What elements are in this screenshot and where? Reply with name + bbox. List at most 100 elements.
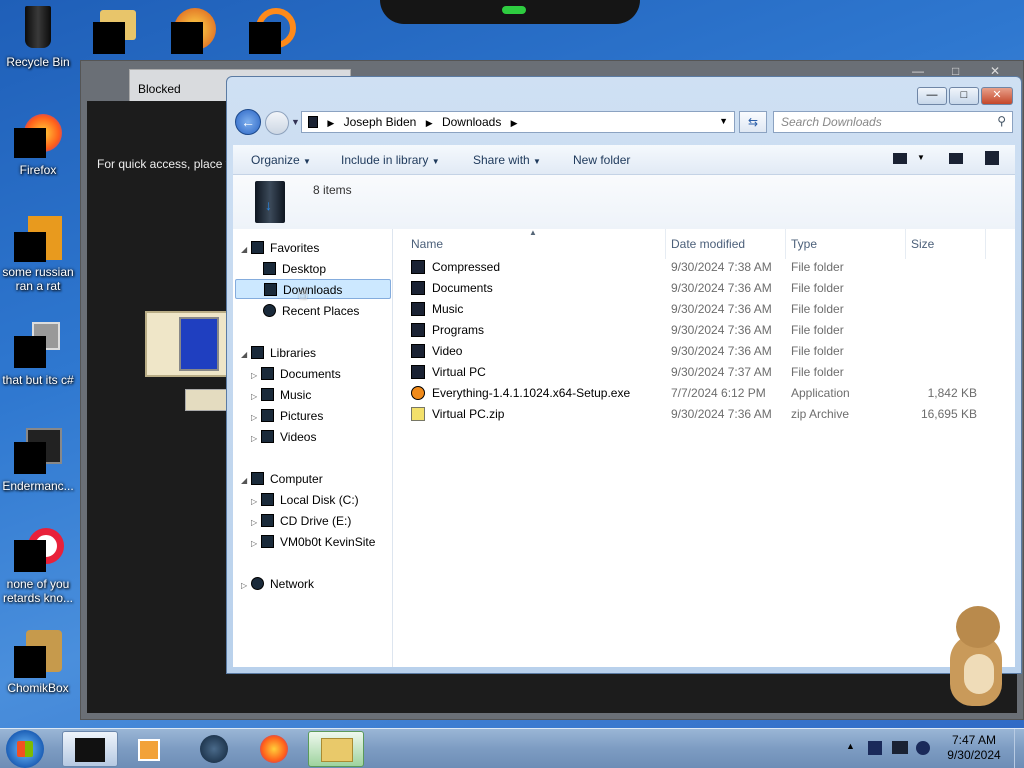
- downloads-folder-icon: ↓: [255, 181, 285, 223]
- network-drive-icon: [261, 535, 274, 548]
- opera-icon: [14, 526, 64, 574]
- desktop-icon-label: Endermanc...: [2, 479, 74, 493]
- show-hidden-icons-icon[interactable]: ▲: [846, 741, 855, 751]
- organize-button[interactable]: Organize ▼: [251, 153, 311, 167]
- nav-local-disk[interactable]: ▷ Local Disk (C:): [251, 493, 359, 507]
- desktop-icon-csharp[interactable]: that but its c#: [0, 322, 76, 387]
- back-button[interactable]: ←: [235, 109, 261, 135]
- column-divider: [785, 229, 786, 259]
- file-type: File folder: [791, 302, 844, 316]
- nav-desktop[interactable]: Desktop: [263, 262, 326, 276]
- include-in-library-button[interactable]: Include in library ▼: [341, 153, 440, 167]
- collapse-icon: ▷: [251, 434, 258, 443]
- breadcrumb-user[interactable]: Joseph Biden: [344, 115, 417, 129]
- taskbar-explorer-blackened[interactable]: [62, 731, 118, 767]
- address-dropdown-icon[interactable]: ▼: [719, 116, 728, 126]
- table-row[interactable]: Music 9/30/2024 7:36 AM File folder: [393, 299, 1015, 320]
- desktop-icon-opera[interactable]: none of you retards kno...: [0, 526, 76, 605]
- desktop-icon-rat[interactable]: some russian ran a rat: [0, 214, 76, 293]
- file-list: ▲ Name Date modified Type Size Compresse…: [393, 228, 1015, 667]
- table-row[interactable]: Virtual PC 9/30/2024 7:37 AM File folder: [393, 362, 1015, 383]
- column-size[interactable]: Size: [911, 237, 934, 251]
- nav-music[interactable]: ▷ Music: [251, 388, 311, 402]
- nav-network[interactable]: ▷ Network: [241, 577, 314, 591]
- share-with-button[interactable]: Share with ▼: [473, 153, 541, 167]
- chevron-down-icon[interactable]: ▼: [917, 153, 925, 162]
- desktop-icon-label: none of you retards kno...: [2, 577, 74, 605]
- file-name: Virtual PC.zip: [432, 407, 505, 421]
- bezel-led-icon: [502, 6, 526, 14]
- nav-favorites[interactable]: ◢ Favorites: [241, 241, 319, 255]
- search-input[interactable]: Search Downloads ⚲: [773, 111, 1013, 133]
- nav-network-share[interactable]: ▷ VM0b0t KevinSite: [251, 535, 375, 549]
- item-count: 8 items: [313, 183, 352, 197]
- breadcrumb-downloads[interactable]: Downloads: [442, 115, 501, 129]
- taskbar-media-player[interactable]: [126, 731, 182, 767]
- hamster-image: [942, 604, 1006, 708]
- folder-icon: [411, 365, 425, 379]
- minimize-button[interactable]: —: [917, 87, 947, 105]
- table-row[interactable]: Programs 9/30/2024 7:36 AM File folder: [393, 320, 1015, 341]
- clock[interactable]: 7:47 AM 9/30/2024: [940, 733, 1008, 763]
- desktop-icon-label: Recycle Bin: [6, 55, 70, 69]
- table-row[interactable]: Video 9/30/2024 7:36 AM File folder: [393, 341, 1015, 362]
- column-divider: [905, 229, 906, 259]
- desktop-icon-chomikbox[interactable]: ChomikBox: [0, 630, 76, 695]
- address-bar[interactable]: ▶ Joseph Biden ▶ Downloads ▶ ▼: [301, 111, 735, 133]
- nav-recent-places[interactable]: Recent Places: [263, 304, 359, 318]
- tray-icon[interactable]: [868, 741, 882, 755]
- show-desktop-button[interactable]: [1014, 729, 1024, 768]
- nav-cd-drive[interactable]: ▷ CD Drive (E:): [251, 514, 351, 528]
- taskbar-browser[interactable]: [186, 731, 242, 767]
- desktop-icon-label: some russian ran a rat: [2, 265, 74, 293]
- table-row[interactable]: Documents 9/30/2024 7:36 AM File folder: [393, 278, 1015, 299]
- refresh-button[interactable]: ⇆: [739, 111, 767, 133]
- nav-pictures[interactable]: ▷ Pictures: [251, 409, 323, 423]
- chevron-down-icon: ▼: [431, 157, 440, 166]
- new-folder-button[interactable]: New folder: [573, 153, 630, 167]
- column-type[interactable]: Type: [791, 237, 817, 251]
- nav-videos[interactable]: ▷ Videos: [251, 430, 316, 444]
- close-button[interactable]: ✕: [981, 87, 1013, 105]
- file-size: 16,695 KB: [920, 407, 977, 421]
- desktop-icon: [263, 262, 276, 275]
- view-options-icon[interactable]: [893, 153, 907, 164]
- column-name[interactable]: Name: [411, 237, 443, 251]
- chevron-down-icon: ▼: [533, 157, 541, 166]
- table-row[interactable]: Everything-1.4.1.1024.x64-Setup.exe 7/7/2…: [393, 383, 1015, 404]
- volume-icon[interactable]: [916, 741, 930, 755]
- desktop-icon-firefox[interactable]: Firefox: [0, 112, 76, 177]
- nav-libraries[interactable]: ◢ Libraries: [241, 346, 316, 360]
- table-row[interactable]: Compressed 9/30/2024 7:38 AM File folder: [393, 257, 1015, 278]
- preview-pane-icon[interactable]: [949, 153, 963, 164]
- redacted-icon: [249, 22, 281, 54]
- explorer-window[interactable]: — □ ✕ ← ▼ ▶ Joseph Biden ▶ Downloads ▶ ▼…: [226, 76, 1022, 674]
- maximize-button[interactable]: □: [949, 87, 979, 105]
- file-date: 9/30/2024 7:36 AM: [671, 281, 772, 295]
- nav-downloads[interactable]: Downloads: [235, 279, 391, 299]
- nav-computer[interactable]: ◢ Computer: [241, 472, 323, 486]
- file-type: File folder: [791, 344, 844, 358]
- collapse-icon: ▷: [251, 371, 258, 380]
- help-icon[interactable]: [985, 151, 999, 165]
- nav-documents[interactable]: ▷ Documents: [251, 367, 341, 381]
- taskbar-firefox[interactable]: [246, 731, 302, 767]
- taskbar-explorer[interactable]: [308, 731, 364, 767]
- clock-time: 7:47 AM: [951, 733, 997, 747]
- tab-title: Blocked: [138, 82, 181, 96]
- start-button[interactable]: [6, 730, 44, 768]
- file-date: 9/30/2024 7:36 AM: [671, 344, 772, 358]
- mouse-cursor-icon: ☝: [298, 286, 308, 303]
- forward-button[interactable]: [265, 111, 289, 135]
- network-tray-icon[interactable]: [892, 741, 908, 754]
- table-row[interactable]: Virtual PC.zip 9/30/2024 7:36 AM zip Archi…: [393, 404, 1015, 425]
- network-icon: [251, 577, 264, 590]
- collapse-icon: ▷: [251, 413, 258, 422]
- recent-pages-chevron-icon[interactable]: ▼: [291, 117, 300, 127]
- file-name: Virtual PC: [432, 365, 486, 379]
- cd-drive-icon: [261, 514, 274, 527]
- column-date-modified[interactable]: Date modified: [671, 237, 745, 251]
- desktop-icon-recycle-bin[interactable]: Recycle Bin: [0, 4, 76, 69]
- desktop-icon-endermanch[interactable]: Endermanc...: [0, 428, 76, 493]
- file-name: Everything-1.4.1.1024.x64-Setup.exe: [432, 386, 631, 400]
